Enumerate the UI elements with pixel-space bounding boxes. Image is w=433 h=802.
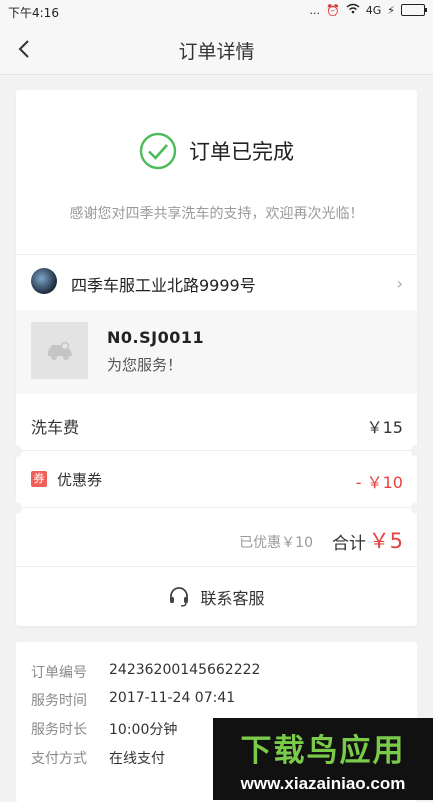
car-icon <box>47 341 72 360</box>
coupon-row[interactable]: 券 优惠券 - ￥10 <box>16 451 417 508</box>
nav-bar: 订单详情 <box>0 24 433 75</box>
status-time: 下午4:16 <box>8 6 59 20</box>
car-thumbnail <box>31 322 88 379</box>
store-name: 四季车服工业北路9999号 <box>71 276 256 295</box>
order-status-text: 订单已完成 <box>189 140 294 164</box>
total-label: 合计 <box>332 534 366 554</box>
chevron-right-icon: › <box>396 274 403 293</box>
info-key: 服务时间 <box>31 693 87 709</box>
headset-icon <box>170 586 189 607</box>
wash-fee-row: 洗车费 ￥15 <box>16 398 417 451</box>
status-bar: 下午4:16 ... ⏰ 4G ⚡ <box>0 0 433 24</box>
contact-service-button[interactable]: 联系客服 <box>16 567 417 626</box>
page-title: 订单详情 <box>178 41 255 63</box>
store-avatar <box>31 268 57 294</box>
more-dots: ... <box>309 3 321 17</box>
wash-fee-value: ￥15 <box>366 418 403 437</box>
battery-icon <box>401 4 427 16</box>
wifi-icon <box>346 3 360 17</box>
info-row-service-time: 服务时间 2017-11-24 07:41 <box>31 690 235 710</box>
info-row-duration: 服务时长 10:00分钟 <box>31 719 177 739</box>
status-icons: ... ⏰ 4G ⚡ <box>309 3 427 17</box>
wash-fee-label: 洗车费 <box>31 418 80 437</box>
watermark-url: www.xiazainiao.com <box>240 773 406 793</box>
info-key: 订单编号 <box>31 665 87 681</box>
info-key: 支付方式 <box>31 751 87 767</box>
info-value: 24236200145662222 <box>109 662 261 678</box>
success-check-icon <box>139 132 177 170</box>
coupon-icon: 券 <box>31 471 47 487</box>
contact-service-label: 联系客服 <box>200 588 265 608</box>
coupon-label: 优惠券 <box>57 471 103 489</box>
thanks-message: 感谢您对四季共享洗车的支持，欢迎再次光临！ <box>69 206 364 222</box>
order-card: 订单已完成 感谢您对四季共享洗车的支持，欢迎再次光临！ 四季车服工业北路9999… <box>10 90 423 626</box>
info-row-payment: 支付方式 在线支付 <box>31 748 165 768</box>
network-label: 4G <box>365 3 382 17</box>
coupon-value: - ￥10 <box>355 473 403 492</box>
ticket-notch-left <box>10 445 22 457</box>
service-number: N0.SJ0011 <box>107 328 205 347</box>
info-row-order-number: 订单编号 24236200145662222 <box>31 662 260 682</box>
ticket-notch-right <box>411 445 423 457</box>
service-box: N0.SJ0011 为您服务！ <box>16 310 417 394</box>
total-value: ￥5 <box>368 529 403 553</box>
info-value: 10:00分钟 <box>109 722 178 738</box>
watermark: 下载鸟应用 www.xiazainiao.com <box>213 718 433 800</box>
charging-icon: ⚡ <box>387 3 395 17</box>
service-message: 为您服务！ <box>107 356 183 374</box>
info-value: 在线支付 <box>109 751 165 767</box>
info-value: 2017-11-24 07:41 <box>109 690 236 706</box>
store-row[interactable]: 四季车服工业北路9999号 › <box>16 254 417 310</box>
saved-amount: 已优惠￥10 <box>239 535 313 551</box>
info-key: 服务时长 <box>31 722 87 738</box>
alarm-icon: ⏰ <box>326 3 340 17</box>
order-status-section: 订单已完成 感谢您对四季共享洗车的支持，欢迎再次光临！ <box>16 90 417 255</box>
total-row: 已优惠￥10 合计 ￥5 <box>16 508 417 567</box>
watermark-logo: 下载鸟应用 <box>240 732 406 769</box>
